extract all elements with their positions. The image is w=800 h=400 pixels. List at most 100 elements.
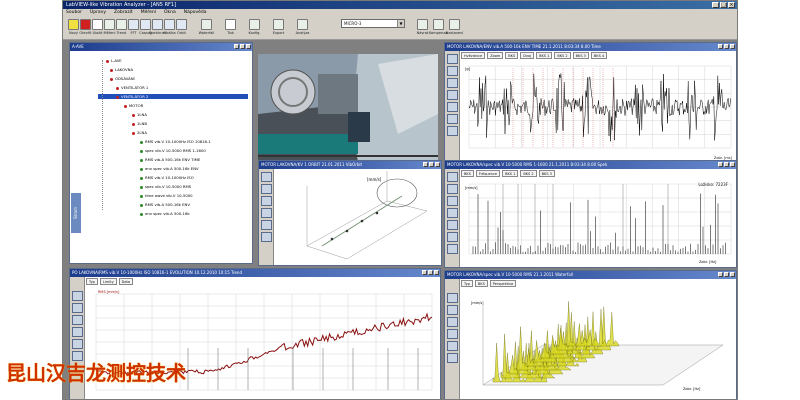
sidebar-tool-button[interactable] <box>261 220 272 230</box>
tree-node[interactable]: VENTILÁTOR 2 <box>98 94 248 99</box>
time-waveform-plot[interactable]: [g] <box>463 62 735 160</box>
trend-control[interactable]: Data <box>118 278 133 285</box>
tree-side-tab[interactable]: Strom <box>71 193 81 233</box>
tree-node[interactable]: RMS vib.V 10-1000Hz ISO 10816-1 <box>140 139 211 144</box>
minimize-button[interactable] <box>718 272 723 277</box>
close-button[interactable] <box>435 162 440 167</box>
tree-node[interactable]: RMS vib.A 500-16k ENV <box>140 202 190 207</box>
sidebar-tool-button[interactable] <box>447 341 458 351</box>
sidebar-tool-button[interactable] <box>447 126 458 136</box>
tree-node[interactable]: RMS vib.A 500-16k ENV TIME <box>140 157 200 162</box>
tree-node[interactable]: VENTILÁTOR 1 <box>116 85 148 90</box>
tree-node[interactable]: spec vib.V 10-5000 RMS 1-1600 <box>140 148 206 153</box>
close-button[interactable]: × <box>728 2 735 8</box>
spectrum-control[interactable]: BKS 3 <box>538 170 555 177</box>
time-control[interactable]: BKS <box>505 52 519 59</box>
sidebar-tool-button[interactable] <box>447 78 458 88</box>
spectrum-plot[interactable]: [mm/s] Zobr. [Hz] <box>463 180 735 266</box>
sidebar-tool-button[interactable] <box>261 208 272 218</box>
spectrum-control[interactable]: BKS 2 <box>520 170 537 177</box>
waterfall-control[interactable]: BKS <box>474 280 488 287</box>
tree-node[interactable]: spec vib.V 10-5000 RMS <box>140 184 191 189</box>
chevron-down-icon[interactable]: ▼ <box>397 20 404 27</box>
maximize-button[interactable] <box>428 270 433 275</box>
menu-file[interactable]: Soubor <box>66 9 82 16</box>
sidebar-tool-button[interactable] <box>447 102 458 112</box>
toolbar-button[interactable]: Kompenzace <box>429 18 448 38</box>
spectrum-control[interactable]: BKS 1 <box>502 170 519 177</box>
sidebar-tool-button[interactable] <box>447 293 458 303</box>
close-button[interactable] <box>730 272 735 277</box>
maximize-button[interactable] <box>429 162 434 167</box>
time-control[interactable]: BKS 1 <box>536 52 553 59</box>
time-control[interactable]: BKS 3 <box>572 52 589 59</box>
sidebar-tool-button[interactable] <box>447 232 458 242</box>
tree-node[interactable]: L-AVE <box>106 58 122 63</box>
time-control[interactable]: BKS 4 <box>590 52 608 59</box>
toolbar-button[interactable]: Orbit <box>174 18 189 38</box>
trend-control[interactable]: Limity <box>99 278 117 285</box>
minimize-button[interactable]: _ <box>712 2 719 8</box>
toolbar-button[interactable]: Návrat <box>415 18 430 38</box>
tree-node[interactable]: ODSÁVÁNÍ <box>110 76 135 81</box>
close-button[interactable] <box>434 270 439 275</box>
spectrum-control[interactable]: Fréquence <box>475 170 501 177</box>
sidebar-tool-button[interactable] <box>261 172 272 182</box>
sidebar-tool-button[interactable] <box>72 339 83 349</box>
maximize-button[interactable] <box>240 44 245 49</box>
time-control[interactable]: Hvězdnice <box>461 52 486 59</box>
sidebar-tool-button[interactable] <box>447 220 458 230</box>
sidebar-tool-button[interactable] <box>72 291 83 301</box>
close-button[interactable] <box>246 44 251 49</box>
toolbar-button[interactable]: Waterfall <box>199 18 214 38</box>
sidebar-tool-button[interactable] <box>447 353 458 363</box>
sidebar-tool-button[interactable] <box>447 317 458 327</box>
maximize-button[interactable] <box>724 162 729 167</box>
minimize-button[interactable] <box>234 44 239 49</box>
sidebar-tool-button[interactable] <box>447 90 458 100</box>
toolbar-button[interactable]: Analýza <box>295 18 310 38</box>
toolbar-button[interactable]: Nastavení <box>446 18 463 38</box>
time-control[interactable]: BKS 2 <box>554 52 571 59</box>
sidebar-tool-button[interactable] <box>447 54 458 64</box>
minimize-button[interactable] <box>422 270 427 275</box>
sidebar-tool-button[interactable] <box>447 208 458 218</box>
sidebar-tool-button[interactable] <box>447 196 458 206</box>
spectrum-control[interactable]: BKS <box>461 170 474 177</box>
sidebar-tool-button[interactable] <box>447 305 458 315</box>
menu-edit[interactable]: Úpravy <box>90 9 106 16</box>
time-control[interactable]: Zoom <box>487 52 504 59</box>
sidebar-tool-button[interactable] <box>261 184 272 194</box>
device-select[interactable]: MICRO-3 ▼ <box>341 19 405 28</box>
sidebar-tool-button[interactable] <box>447 114 458 124</box>
tree-node[interactable]: MOTOR <box>124 103 143 108</box>
menu-view[interactable]: Zobrazit <box>114 9 133 16</box>
orbit-plot[interactable]: [mm/s] <box>277 171 440 264</box>
tree-node[interactable]: 1LNA <box>132 112 147 117</box>
sidebar-tool-button[interactable] <box>72 303 83 313</box>
waterfall-control[interactable]: Typ <box>461 280 473 287</box>
sidebar-tool-button[interactable] <box>447 184 458 194</box>
tree-node[interactable]: env spec vib.A 500-16k ENV <box>140 166 199 171</box>
tree-node[interactable]: 2LNA <box>132 130 147 135</box>
close-button[interactable] <box>730 44 735 49</box>
waterfall-plot[interactable]: [mm/s] Zobr. [Hz] <box>463 290 735 398</box>
sidebar-tool-button[interactable] <box>447 329 458 339</box>
waterfall-control[interactable]: Perspektiva <box>489 280 517 287</box>
minimize-button[interactable] <box>718 44 723 49</box>
toolbar-button[interactable]: Konfig. <box>247 18 262 38</box>
sidebar-tool-button[interactable] <box>261 196 272 206</box>
maximize-button[interactable] <box>724 272 729 277</box>
sidebar-tool-button[interactable] <box>261 232 272 242</box>
maximize-button[interactable] <box>724 44 729 49</box>
close-button[interactable] <box>730 162 735 167</box>
tree-node[interactable]: time wave vib.V 10-5000 <box>140 193 193 198</box>
menu-help[interactable]: Nápověda <box>184 9 207 16</box>
toolbar-button[interactable]: Tisk <box>223 18 238 38</box>
time-control[interactable]: Dvoj <box>520 52 535 59</box>
sidebar-tool-button[interactable] <box>72 327 83 337</box>
maximize-button[interactable]: □ <box>720 2 727 8</box>
tree-node[interactable]: LAKOVNA <box>110 67 133 72</box>
sidebar-tool-button[interactable] <box>72 315 83 325</box>
sidebar-tool-button[interactable] <box>447 172 458 182</box>
